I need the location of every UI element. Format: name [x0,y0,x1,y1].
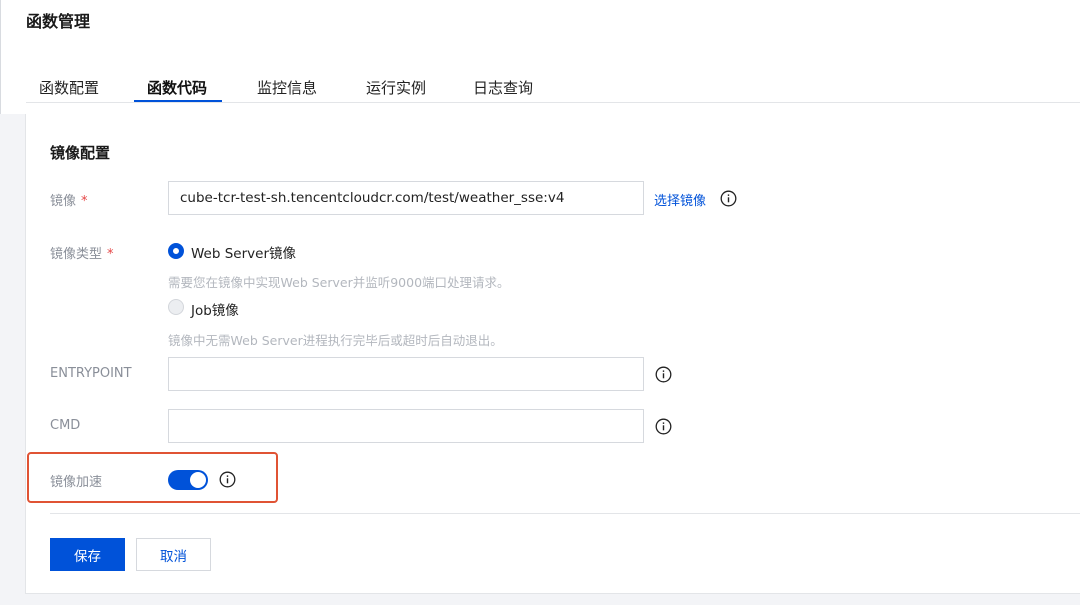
web-server-radio[interactable] [168,243,184,259]
info-icon[interactable] [720,190,737,207]
web-server-option-label[interactable]: Web Server镜像 [191,242,296,262]
section-title: 镜像配置 [50,144,111,162]
tab-bar: 函数配置 函数代码 监控信息 运行实例 日志查询 [1,0,1080,114]
cancel-button[interactable]: 取消 [136,538,211,571]
image-acceleration-label: 镜像加速 [50,475,103,490]
tab-running-instances[interactable]: 运行实例 [366,77,426,98]
toggle-knob [190,472,206,488]
info-icon[interactable] [219,471,236,488]
web-server-hint: 需要您在镜像中实现Web Server并监听9000端口处理请求。 [168,275,510,290]
page-header: 函数管理 函数配置 函数代码 监控信息 运行实例 日志查询 [0,0,1080,114]
job-hint: 镜像中无需Web Server进程执行完毕后或超时后自动退出。 [168,333,503,348]
select-image-link[interactable]: 选择镜像 [654,190,706,209]
tab-function-code[interactable]: 函数代码 [147,77,207,98]
job-option-label[interactable]: Job镜像 [191,299,239,319]
info-icon[interactable] [655,366,672,383]
tab-monitoring[interactable]: 监控信息 [257,77,317,98]
save-button[interactable]: 保存 [50,538,125,571]
entrypoint-label: ENTRYPOINT [50,366,132,381]
required-mark: * [107,247,114,262]
required-mark: * [81,194,88,209]
form-divider [50,513,1080,514]
job-radio[interactable] [168,299,184,315]
image-acceleration-toggle[interactable] [168,470,208,490]
image-input[interactable]: cube-tcr-test-sh.tencentcloudcr.com/test… [168,181,644,215]
cmd-label: CMD [50,418,81,433]
tab-function-config[interactable]: 函数配置 [39,77,99,98]
info-icon[interactable] [655,418,672,435]
cmd-input[interactable] [168,409,644,443]
image-label: 镜像 * [50,194,88,209]
image-type-label: 镜像类型 * [50,247,114,262]
tabs-divider [26,102,1080,103]
tab-log-query[interactable]: 日志查询 [473,77,533,98]
entrypoint-input[interactable] [168,357,644,391]
image-config-card: 镜像配置 镜像 * cube-tcr-test-sh.tencentcloudcr… [25,114,1080,594]
